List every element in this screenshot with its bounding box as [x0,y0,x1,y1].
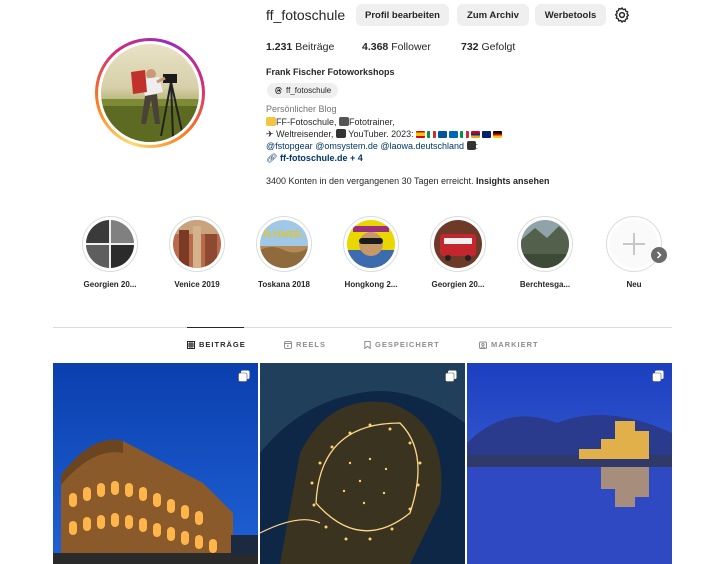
profile-full-name: Frank Fischer Fotoworkshops [266,67,395,77]
bio-line-2: ✈ Weltreisender, YouTuber. 2023: [266,128,504,140]
highlight-georgia-2[interactable]: Georgien 20... [429,216,487,289]
highlight-tuscany-thumbnail: FLYOVER.. [260,220,308,268]
highlight-berchtesgaden-thumbnail [521,220,569,268]
tagged-icon [479,341,487,349]
flag-italy-icon [427,131,437,138]
tab-reels[interactable]: REELS [284,340,326,349]
pointing-hand-icon [266,117,276,126]
posts-count-stat: 1.231 Beiträge [266,41,335,53]
ad-tools-button[interactable]: Werbetools [535,4,606,26]
chevron-right-icon [656,251,662,259]
highlight-hongkong-thumbnail [347,220,395,268]
profile-website-link[interactable]: ff-fotoschule.de + 4 [280,153,363,163]
camera-icon [466,141,476,150]
tab-posts[interactable]: BEITRÄGE [187,340,246,349]
threads-badge[interactable]: ff_fotoschule [267,83,339,98]
active-tab-indicator [187,327,244,328]
flag-italy-icon [460,131,470,138]
camera-flash-icon [339,117,350,126]
highlight-georgia-1[interactable]: Georgien 20... [81,216,139,289]
profile-username: ff_fotoschule [266,7,346,23]
link-icon: 🔗︎ [266,153,278,163]
highlight-tuscany-2018[interactable]: FLYOVER.. Toskana 2018 [255,216,313,289]
highlight-flyover-badge: FLYOVER.. [263,230,305,239]
highlight-berchtesgaden[interactable]: Berchtesga... [516,216,574,289]
edit-profile-button[interactable]: Profil bearbeiten [356,4,449,26]
bio-line-4: 🔗︎ ff-fotoschule.de + 4 [266,152,363,164]
followers-count-stat[interactable]: 4.368 Follower [362,41,431,53]
archive-button[interactable]: Zum Archiv [457,4,529,26]
reels-icon [284,340,292,349]
highlight-hongkong[interactable]: Hongkong 2... [342,216,400,289]
profile-avatar [101,44,199,142]
bio-line-1: FF-Fotoschule, Fototrainer, [266,116,395,128]
following-count-stat[interactable]: 732 Gefolgt [461,41,515,53]
profile-avatar-ring[interactable] [95,38,205,148]
flag-uk-icon [482,131,492,138]
multiple-images-icon [445,370,457,382]
airplane-icon: ✈ [266,129,274,139]
flag-spain-icon [416,131,426,138]
profile-category: Persönlicher Blog [266,104,337,114]
video-camera-icon [335,129,346,138]
post-tile-castle-lake[interactable] [467,363,672,564]
multiple-images-icon [238,370,250,382]
flag-scotland-icon [449,131,459,138]
threads-handle: ff_fotoschule [286,86,332,95]
multiple-images-icon [652,370,664,382]
tabs-divider [53,327,672,328]
tab-saved[interactable]: GESPEICHERT [364,340,440,349]
highlight-venice-thumbnail [173,220,221,268]
bio-line-3: @fstopgear @omsystem.de @laowa.deutschla… [266,141,479,151]
highlight-georgia-1-thumbnail [86,220,134,268]
mention-laowa[interactable]: @laowa.deutschland [380,141,464,151]
threads-icon [275,87,282,94]
insights-summary: 3400 Konten in den vergangenen 30 Tagen … [266,176,550,186]
insights-link[interactable]: Insights ansehen [476,176,550,186]
flag-germany-icon [493,131,503,138]
mention-fstopgear[interactable]: @fstopgear [266,141,313,151]
bookmark-icon [364,340,371,349]
tab-tagged[interactable]: MARKIERT [479,340,539,349]
post-tile-aerial-town[interactable] [260,363,465,564]
flag-armenia-icon [471,131,481,138]
highlight-georgia-2-thumbnail [434,220,482,268]
mention-omsystem[interactable]: @omsystem.de [315,141,378,151]
plus-icon [610,220,658,268]
flag-iceland-icon [438,131,448,138]
settings-gear-icon[interactable] [613,6,631,24]
highlights-next-button[interactable] [651,247,667,263]
grid-icon [187,340,195,349]
highlight-venice-2019[interactable]: Venice 2019 [168,216,226,289]
post-tile-colosseum[interactable] [53,363,258,564]
